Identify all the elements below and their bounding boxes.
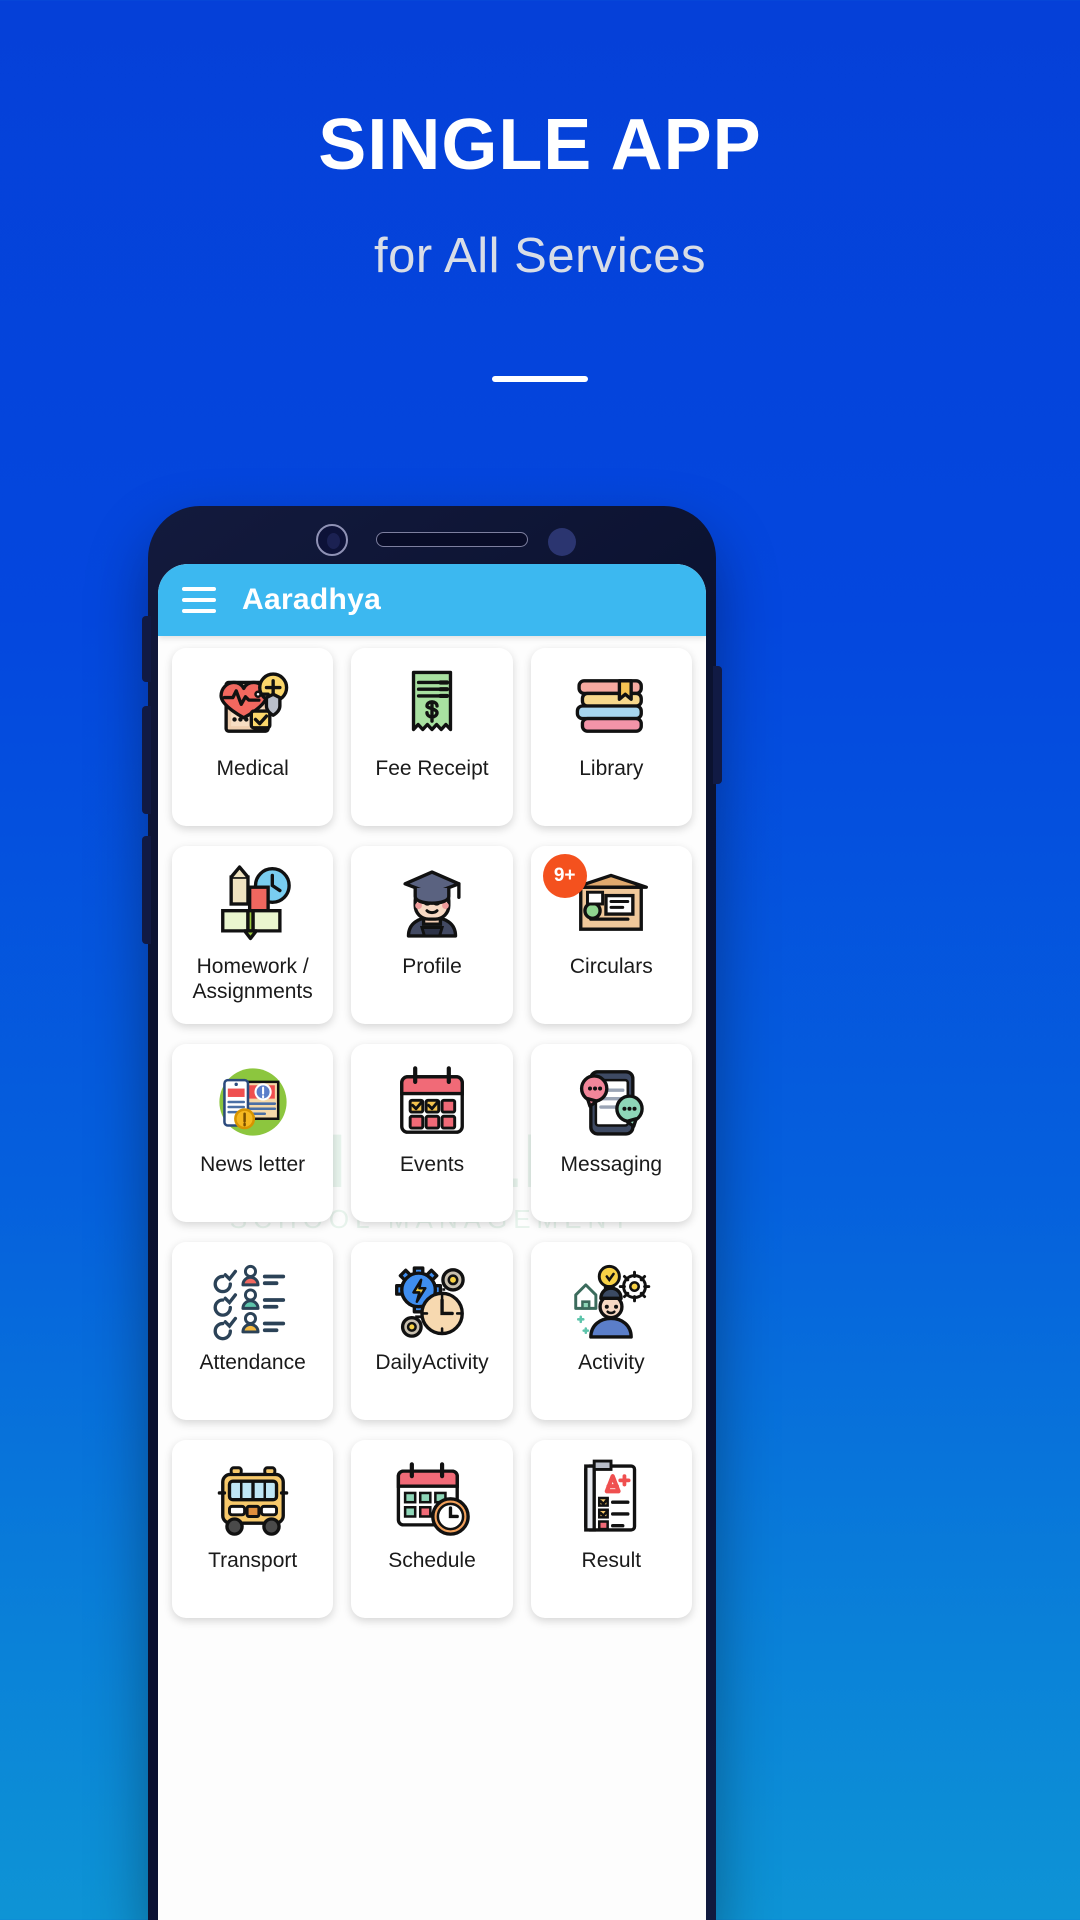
school-bus-icon xyxy=(211,1456,295,1540)
open-book-clock-icon xyxy=(211,862,295,946)
service-tile-label: Circulars xyxy=(569,955,653,978)
service-tile-label: Profile xyxy=(402,955,462,978)
service-tile-label: Messaging xyxy=(560,1153,663,1176)
service-tile-circulars[interactable]: 9+ Circulars xyxy=(530,846,692,1024)
front-camera-icon xyxy=(316,524,348,556)
service-tile-label: DailyActivity xyxy=(375,1351,489,1374)
service-tile-label: Attendance xyxy=(199,1351,306,1374)
phone-button-assistant xyxy=(142,836,151,944)
app-bar: Aaradhya xyxy=(158,564,706,636)
earpiece-speaker xyxy=(376,532,528,547)
service-tile-label: Result xyxy=(581,1549,642,1572)
phone-button-volume-up xyxy=(142,616,151,682)
idea-person-gear-icon xyxy=(569,1258,653,1342)
service-tile-result[interactable]: Result xyxy=(530,1440,692,1618)
service-tile-label: Medical xyxy=(216,757,289,780)
hero-title: SINGLE APP xyxy=(318,105,762,185)
calendar-clock-icon xyxy=(390,1456,474,1540)
phone-screen: Aaradhya SCHOOLEYE SCHOOL MANAGEMENT Med… xyxy=(158,564,706,1920)
service-tile-homework-assignments[interactable]: Homework / Assignments xyxy=(172,846,334,1024)
graduate-avatar-icon xyxy=(390,862,474,946)
service-tile-schedule[interactable]: Schedule xyxy=(351,1440,513,1618)
newsletter-phone-icon xyxy=(211,1060,295,1144)
gear-clock-icon xyxy=(390,1258,474,1342)
service-tile-attendance[interactable]: Attendance xyxy=(172,1242,334,1420)
hero-subtitle: for All Services xyxy=(373,228,707,283)
service-tile-profile[interactable]: Profile xyxy=(351,846,513,1024)
service-tile-medical[interactable]: Medical xyxy=(172,648,334,826)
phone-mockup: Aaradhya SCHOOLEYE SCHOOL MANAGEMENT Med… xyxy=(142,506,722,1920)
service-tile-label: Fee Receipt xyxy=(375,757,489,780)
hero-divider xyxy=(492,375,588,382)
medical-clipboard-icon xyxy=(211,664,295,748)
hamburger-menu-icon[interactable] xyxy=(182,587,216,613)
books-stack-icon xyxy=(569,664,653,748)
chat-phone-icon xyxy=(569,1060,653,1144)
service-tile-activity[interactable]: Activity xyxy=(530,1242,692,1420)
notification-badge: 9+ xyxy=(542,854,587,898)
service-tile-label: Transport xyxy=(208,1549,298,1572)
service-tile-label: Events xyxy=(399,1153,465,1176)
service-tile-label: Library xyxy=(579,757,644,780)
attendance-list-icon xyxy=(211,1258,295,1342)
service-tile-label: News letter xyxy=(200,1153,306,1176)
phone-top-bezel xyxy=(148,506,716,566)
service-tile-label: Activity xyxy=(578,1351,645,1374)
service-tile-label: Schedule xyxy=(388,1549,476,1572)
proximity-sensor-icon xyxy=(548,528,576,556)
phone-button-volume-down xyxy=(142,706,151,814)
service-tile-news-letter[interactable]: News letter xyxy=(172,1044,334,1222)
calendar-checks-icon xyxy=(390,1060,474,1144)
service-tile-transport[interactable]: Transport xyxy=(172,1440,334,1618)
hero-banner: SINGLE APP for All Services xyxy=(0,0,1080,520)
service-tile-library[interactable]: Library xyxy=(530,648,692,826)
service-tile-fee-receipt[interactable]: Fee Receipt xyxy=(351,648,513,826)
service-tile-messaging[interactable]: Messaging xyxy=(530,1044,692,1222)
service-tile-grid: Medical Fee Receipt Library Homework / A… xyxy=(158,636,706,1618)
app-title: Aaradhya xyxy=(242,583,382,616)
phone-button-power xyxy=(713,666,722,784)
service-tile-events[interactable]: Events xyxy=(351,1044,513,1222)
report-card-icon xyxy=(569,1456,653,1540)
service-tile-dailyactivity[interactable]: DailyActivity xyxy=(351,1242,513,1420)
service-tile-label: Homework / Assignments xyxy=(192,955,313,1003)
receipt-icon xyxy=(390,664,474,748)
